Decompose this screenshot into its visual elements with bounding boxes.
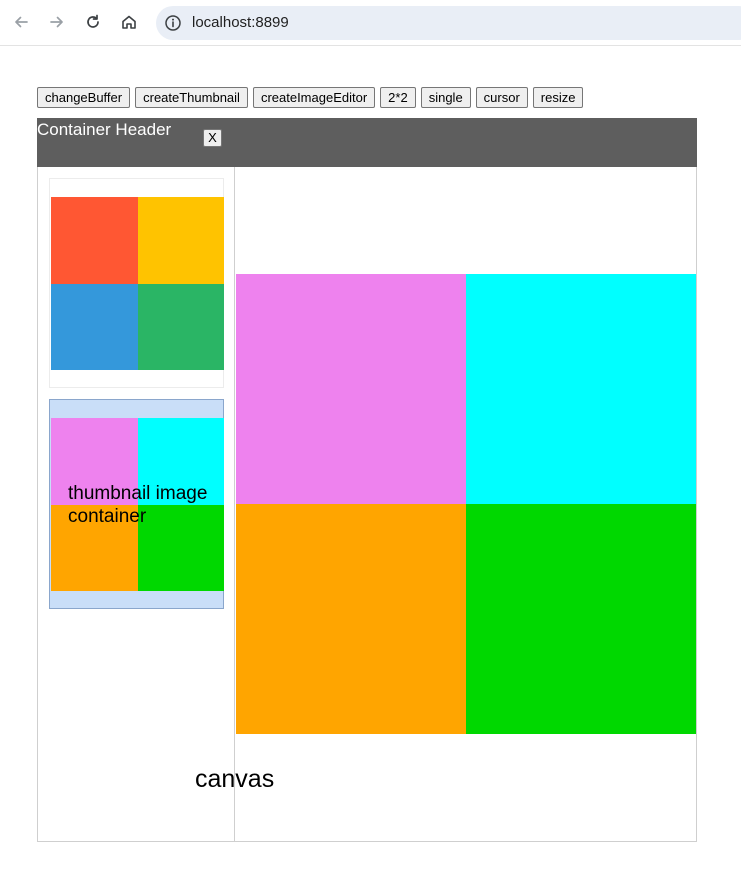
container-header: Container Header X [37, 118, 697, 167]
canvas-quad-bottom-left [236, 504, 466, 734]
info-icon[interactable] [164, 14, 182, 32]
grid-2x2-button[interactable]: 2*2 [380, 87, 416, 108]
thumbnail-image [51, 197, 224, 370]
canvas-quad-top-left [236, 274, 466, 504]
resize-button[interactable]: resize [532, 87, 584, 108]
arrow-right-icon [50, 16, 63, 28]
canvas-area[interactable] [236, 167, 697, 842]
cursor-button[interactable]: cursor [475, 87, 528, 108]
canvas-image[interactable] [236, 274, 696, 734]
forward-button[interactable] [44, 9, 70, 35]
quad-bottom-left [51, 283, 138, 370]
thumbnail-sidebar: thumbnail image container [38, 167, 235, 842]
create-image-editor-button[interactable]: createImageEditor [252, 87, 376, 108]
create-thumbnail-button[interactable]: createThumbnail [135, 87, 248, 108]
canvas-quad-top-right [466, 274, 696, 504]
quad-top-left [51, 197, 138, 284]
close-button[interactable]: X [203, 129, 222, 147]
canvas-quad-bottom-right [466, 504, 696, 734]
reload-button[interactable] [80, 9, 106, 35]
arrow-left-icon [15, 16, 28, 28]
back-button[interactable] [8, 9, 34, 35]
canvas-label: canvas [195, 765, 275, 793]
quad-top-right [137, 197, 224, 284]
address-bar[interactable]: localhost:8899 [156, 6, 741, 40]
header-title: Container Header [37, 120, 172, 139]
thumbnail-2-selected[interactable]: thumbnail image container [49, 399, 224, 609]
url-text: localhost:8899 [192, 14, 289, 31]
single-button[interactable]: single [420, 87, 471, 108]
quad-bottom-right [137, 283, 224, 370]
thumbnail-1[interactable] [49, 178, 224, 388]
home-button[interactable] [116, 9, 142, 35]
app-container: Container Header X thumbnail image conta… [37, 118, 697, 842]
thumbnail-label: thumbnail image container [68, 483, 208, 527]
change-buffer-button[interactable]: changeBuffer [37, 87, 131, 108]
browser-toolbar: localhost:8899 [0, 0, 741, 46]
reload-icon [87, 14, 99, 28]
home-icon [122, 15, 136, 29]
toolbar: changeBuffer createThumbnail createImage… [37, 87, 584, 109]
